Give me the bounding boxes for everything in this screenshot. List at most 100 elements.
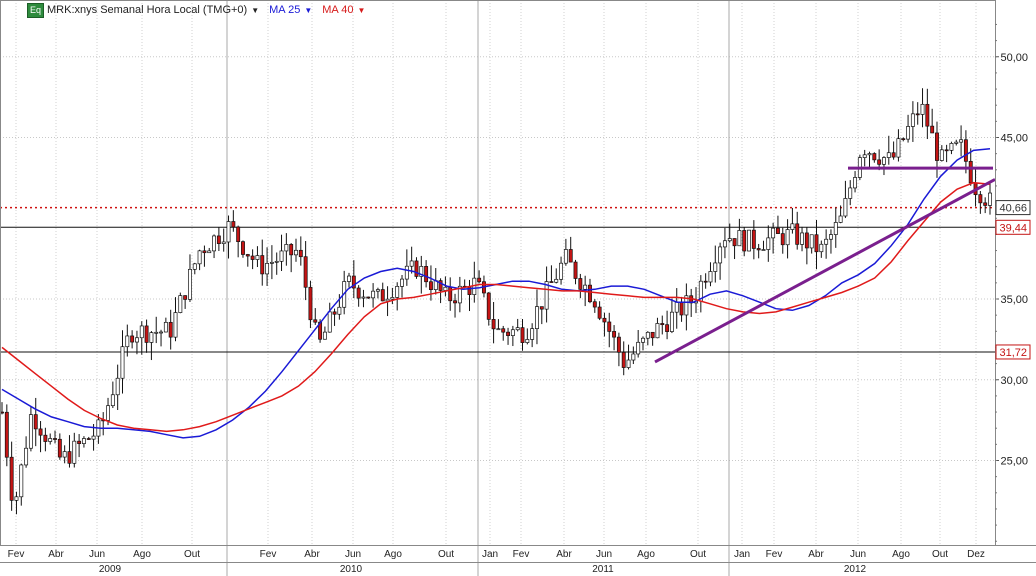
- candle-body: [578, 278, 583, 290]
- candle-body: [308, 286, 313, 321]
- candle-body: [303, 256, 308, 288]
- candle-body: [954, 141, 959, 144]
- candle-body: [477, 277, 482, 283]
- candle-body: [751, 229, 756, 249]
- candle-body: [72, 440, 77, 464]
- candle-body: [790, 223, 795, 230]
- level-lines: [0, 206, 995, 353]
- candle-body: [28, 414, 33, 449]
- candle-body: [530, 328, 535, 340]
- candle-body: [207, 250, 212, 254]
- candle-body: [559, 262, 564, 280]
- candle-body: [265, 263, 270, 275]
- candle-body: [944, 149, 949, 152]
- instrument-dropdown-icon[interactable]: ▼: [251, 6, 259, 15]
- candle-body: [626, 359, 631, 368]
- price-chart[interactable]: 50,00 45,00 35,00 30,00 25,00 Fev Abr Jun Ago Out…: [0, 0, 1036, 576]
- candle-body: [53, 438, 57, 440]
- candle-body: [655, 323, 660, 339]
- candle-body: [356, 287, 361, 299]
- candle-body: [9, 456, 14, 501]
- candle-body: [77, 440, 82, 444]
- candle-body: [800, 232, 804, 245]
- x-tick-label: Ago: [637, 549, 655, 560]
- candle-body: [843, 198, 848, 217]
- x-tick-label: Out: [690, 549, 706, 560]
- candle-body: [597, 306, 602, 319]
- candle-body: [154, 331, 159, 334]
- candle-body: [486, 292, 491, 320]
- x-tick-label: Out: [184, 549, 200, 560]
- candle-body: [298, 249, 303, 258]
- candle-body: [371, 290, 376, 299]
- x-tick-label: Ago: [384, 549, 402, 560]
- candle-body: [173, 312, 178, 338]
- x-tick-label: Jun: [596, 549, 612, 560]
- candle-body: [236, 226, 241, 242]
- candle-body: [24, 447, 29, 466]
- candle-body: [616, 336, 621, 353]
- candle-body: [742, 230, 747, 252]
- candle-body: [245, 254, 250, 257]
- candle-body: [375, 289, 380, 292]
- ma25-legend[interactable]: MA 25: [269, 4, 300, 16]
- candle-body: [636, 341, 641, 355]
- candle-body: [930, 125, 935, 134]
- candle-body: [347, 275, 351, 282]
- candle-body: [43, 434, 48, 442]
- candle-body: [33, 414, 38, 430]
- candle-body: [665, 324, 670, 332]
- candle-body: [939, 149, 944, 161]
- ma40-legend[interactable]: MA 40: [322, 4, 353, 16]
- candle-body: [771, 227, 776, 239]
- candle-body: [428, 281, 433, 290]
- x-tick-label: Ago: [133, 549, 151, 560]
- candle-body: [978, 194, 983, 204]
- candle-body: [718, 246, 723, 264]
- year-label: 2012: [844, 564, 867, 575]
- candle-body: [48, 438, 53, 442]
- legend-bar: Eq MRK:xnys Semanal Hora Local (TMG+0) ▼…: [27, 2, 375, 18]
- y-tick-label: 35,00: [1000, 294, 1028, 306]
- candle-body: [284, 244, 289, 252]
- x-tick-label: Jan: [482, 549, 498, 560]
- candle-body: [294, 249, 298, 256]
- candle-body: [212, 235, 217, 252]
- ma25-dropdown-icon[interactable]: ▼: [304, 6, 312, 15]
- candle-body: [915, 113, 920, 116]
- candle-body: [877, 159, 882, 165]
- equity-badge[interactable]: Eq: [27, 2, 45, 18]
- candle-body: [631, 353, 636, 361]
- candle-body: [882, 157, 886, 165]
- candlesticks: [0, 88, 992, 515]
- candle-body: [202, 250, 207, 254]
- candle-body: [568, 249, 573, 263]
- candle-body: [988, 192, 992, 206]
- candle-body: [679, 301, 684, 316]
- axes: 50,00 45,00 35,00 30,00 25,00 Fev Abr Jun Ago Out…: [0, 0, 1036, 575]
- candle-body: [775, 227, 780, 234]
- year-label: 2009: [99, 564, 122, 575]
- candle-body: [390, 297, 395, 300]
- candle-body: [722, 240, 727, 248]
- y-tick-label: 45,00: [1000, 133, 1028, 145]
- candle-body: [756, 248, 761, 251]
- candle-body: [804, 232, 809, 249]
- candle-body: [592, 301, 597, 308]
- candle-body: [110, 394, 115, 407]
- candle-body: [867, 153, 872, 156]
- ma40-dropdown-icon[interactable]: ▼: [357, 6, 365, 15]
- level-low-label: 31,72: [999, 347, 1027, 359]
- candle-body: [409, 260, 414, 267]
- candle-body: [366, 296, 371, 299]
- instrument-label[interactable]: MRK:xnys Semanal Hora Local (TMG+0): [47, 4, 247, 16]
- candle-body: [713, 262, 718, 272]
- candle-body: [361, 296, 366, 299]
- candle-body: [607, 321, 612, 332]
- candle-body: [491, 319, 496, 330]
- candle-body: [274, 260, 279, 263]
- candle-body: [549, 281, 554, 283]
- candle-body: [192, 263, 197, 270]
- candle-body: [838, 215, 843, 223]
- candle-body: [703, 280, 708, 283]
